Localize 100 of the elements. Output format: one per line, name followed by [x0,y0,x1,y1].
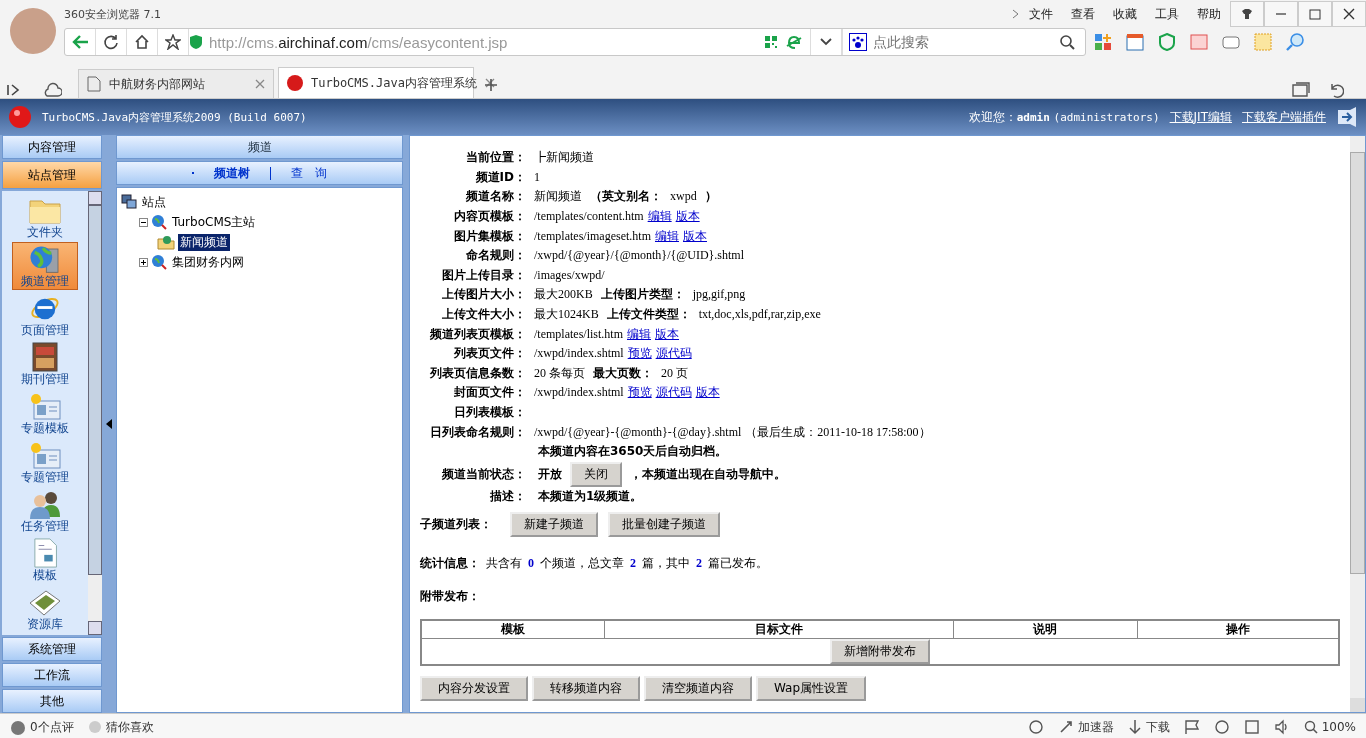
field-label: 子频道列表： [420,516,493,534]
download-link[interactable]: 下载JIT编辑 [1169,108,1232,126]
nav-section[interactable]: 其他 [2,689,102,713]
text-link[interactable]: 源代码 [655,345,692,363]
panel-tab[interactable]: 查 询 [291,164,327,182]
field-label: 统计信息： [420,555,480,573]
action-button[interactable]: 转移频道内容 [532,676,640,702]
nav-section[interactable]: 工作流 [2,663,102,687]
create-button[interactable]: 新建子频道 [510,512,598,538]
zoom-level[interactable]: 100% [1321,720,1356,734]
field-value: 新闻频道 [534,188,582,206]
tree-item[interactable]: 站点 [140,193,168,211]
ball-logo-icon [8,105,32,129]
text-link[interactable]: 版本 [655,325,679,343]
text-link[interactable]: 版本 [695,384,720,402]
menu-item[interactable]: 查看 [1062,5,1104,23]
magazine-icon [32,342,58,372]
field-label: 当前位置： [466,150,526,165]
menu-item[interactable]: 收藏 [1104,5,1146,23]
status-text[interactable]: 猜你喜欢 [105,718,154,736]
field-label: 内容页模板： [454,209,526,224]
text-link[interactable]: 编辑 [655,227,679,245]
download-button[interactable]: 下载 [1145,718,1170,736]
field-label: 封面页文件： [454,385,526,400]
add-button[interactable]: 新增附带发布 [830,639,930,665]
minimize-button[interactable] [1264,1,1298,27]
shield-icon [189,34,203,50]
translate-icon [1126,33,1144,51]
expand-icon[interactable] [139,257,148,267]
field-value: xwpd [670,189,697,205]
undo-icon [1328,82,1344,98]
menu-item[interactable]: 帮助 [1188,5,1230,23]
e-logo-icon [786,34,802,50]
collapse-icon[interactable] [139,217,148,227]
text-link[interactable]: 版本 [675,208,700,226]
field-value: 最大1024KB [534,306,599,324]
dot-icon [87,720,102,734]
download-link[interactable]: 下载客户端插件 [1242,108,1326,126]
dropdown-button[interactable] [810,29,842,55]
card-sun-icon [28,440,62,470]
field-value: /templates/imageset.htm [534,228,651,244]
people-icon [27,489,63,519]
tree-item[interactable]: 集团财务内网 [170,253,246,271]
menu-item[interactable]: 工具 [1146,5,1188,23]
nav-item[interactable]: 页面管理 [12,291,78,339]
field-label: 附带发布： [420,588,481,606]
tree-item[interactable]: TurboCMS主站 [170,213,258,231]
action-button[interactable]: Wap属性设置 [756,676,867,702]
text-link[interactable]: 预览 [627,345,652,363]
accelerator-button[interactable]: 加速器 [1077,718,1114,736]
scrollbar[interactable] [1350,136,1365,712]
toggle-button[interactable]: 关闭 [570,461,622,487]
text-link[interactable]: 预览 [627,384,652,402]
action-button[interactable]: 内容分发设置 [420,676,528,702]
zoom-icon [1286,33,1304,51]
search-field[interactable]: 点此搜索 [871,33,1055,51]
nav-section[interactable]: 内容管理 [2,135,102,159]
nav-section[interactable]: 站点管理 [2,161,102,189]
note-text: 上传文件类型： [606,306,691,324]
nav-item[interactable]: 任务管理 [12,487,78,535]
back-arrow-icon [71,34,89,50]
nav-item[interactable]: 专题管理 [12,438,78,486]
nav-item[interactable]: 频道管理 [12,242,78,290]
field-value: 篇，其中 [642,555,690,573]
field-value: /xwpd/{@year}/{@month}/{@UID}.shtml [534,248,745,264]
text-link[interactable]: 编辑 [647,208,672,226]
note-text: 本频道为1级频道。 [538,487,643,505]
field-value: 共含有 [486,555,522,573]
panel-tab[interactable]: 频道树 [214,164,250,182]
chevron-down-icon [819,37,833,47]
tree-item[interactable]: 新闻频道 [178,233,230,251]
action-button[interactable]: 清空频道内容 [644,676,752,702]
nav-section[interactable]: 系统管理 [2,637,102,661]
browser-tab[interactable]: 中航财务内部网站 [78,69,274,98]
skin-button[interactable] [1230,1,1264,27]
field-label: 描述： [490,488,526,503]
star-icon [165,34,181,50]
text-link[interactable]: 版本 [683,227,707,245]
cloud-icon [42,82,62,98]
note-text: ） [704,188,717,206]
logout-icon [1336,106,1358,128]
nav-item[interactable]: 期刊管理 [12,340,78,388]
close-button[interactable] [1332,1,1366,27]
field-label: 列表页信息条数： [430,365,526,380]
nav-item[interactable]: 专题模板 [12,389,78,437]
zoom-icon [1303,720,1318,734]
nav-item[interactable]: 资源库 [12,585,78,633]
scrollbar[interactable] [88,191,102,635]
text-link[interactable]: 源代码 [655,384,692,402]
status-text[interactable]: 0个点评 [30,718,74,736]
url-field[interactable]: http://cms.airchinaf.com/cms/easycontent.jsp [203,33,764,51]
nav-item[interactable]: 文件夹 [12,193,78,241]
menu-item[interactable]: 文件 [1020,5,1062,23]
create-button[interactable]: 批量创建子频道 [608,512,720,538]
speaker-icon [1273,719,1290,735]
reload-icon [103,34,119,50]
page-icon [87,76,101,92]
nav-item[interactable]: 模板 [12,536,78,584]
text-link[interactable]: 编辑 [627,325,651,343]
field-value: ┣新闻频道 [534,149,594,167]
